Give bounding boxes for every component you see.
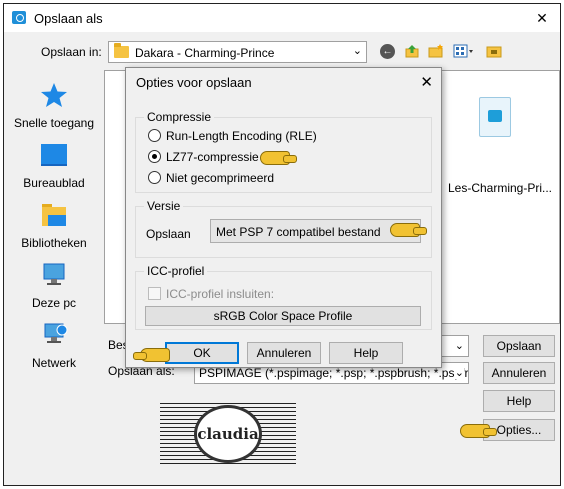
radio-label: Run-Length Encoding (RLE) bbox=[166, 129, 317, 143]
window-title: Opslaan als bbox=[34, 11, 103, 26]
ok-button[interactable]: OK bbox=[165, 342, 239, 364]
folder-options-icon[interactable] bbox=[486, 44, 502, 58]
checkbox-label: ICC-profiel insluiten: bbox=[166, 287, 275, 301]
pointing-hand-icon bbox=[260, 151, 297, 165]
pspimage-file-icon[interactable] bbox=[479, 97, 511, 137]
place-desktop[interactable]: Bureaublad bbox=[12, 142, 96, 198]
folder-icon bbox=[114, 43, 129, 58]
library-icon bbox=[42, 204, 66, 226]
place-label: Deze pc bbox=[31, 296, 77, 310]
new-folder-icon[interactable] bbox=[428, 44, 444, 58]
view-menu-icon[interactable] bbox=[453, 44, 475, 58]
pointing-hand-icon bbox=[390, 223, 427, 237]
place-label: Bibliotheken bbox=[21, 236, 87, 250]
version-value: Met PSP 7 compatibel bestand bbox=[216, 225, 381, 239]
save-in-label: Opslaan in: bbox=[41, 45, 102, 59]
group-label: Versie bbox=[144, 199, 184, 213]
cancel-button[interactable]: Annuleren bbox=[247, 342, 321, 364]
back-arrow-icon[interactable]: ← bbox=[380, 44, 395, 59]
place-libraries[interactable]: Bibliotheken bbox=[12, 202, 96, 258]
watermark-logo: claudia bbox=[160, 401, 296, 467]
checkbox bbox=[148, 287, 161, 300]
place-quick-access[interactable]: Snelle toegang bbox=[12, 82, 96, 138]
help-button[interactable]: Help bbox=[483, 390, 555, 412]
chevron-down-icon: ⌄ bbox=[454, 366, 464, 379]
group-label: ICC-profiel bbox=[144, 264, 208, 278]
group-label: Compressie bbox=[144, 110, 215, 124]
save-in-value: Dakara - Charming-Prince bbox=[135, 46, 275, 60]
version-save-label: Opslaan bbox=[146, 227, 191, 241]
camera-app-icon bbox=[12, 11, 26, 24]
radio-button[interactable] bbox=[148, 171, 161, 184]
chevron-down-icon: ⌄ bbox=[454, 340, 464, 352]
star-icon bbox=[41, 83, 67, 107]
radio-label: Niet gecomprimeerd bbox=[166, 171, 275, 185]
title-bar: Opslaan als ✕ bbox=[4, 4, 560, 32]
chevron-down-icon: ⌄ bbox=[352, 45, 362, 57]
pointing-hand-icon bbox=[133, 348, 170, 362]
close-icon[interactable]: ✕ bbox=[528, 6, 556, 30]
radio-button[interactable] bbox=[148, 150, 161, 163]
save-as-dialog: Opslaan als ✕ Opslaan in: Dakara - Charm… bbox=[3, 3, 561, 486]
place-this-pc[interactable]: Deze pc bbox=[12, 262, 96, 318]
dialog-title: Opties voor opslaan bbox=[136, 75, 252, 90]
version-group: Versie Opslaan Met PSP 7 compatibel best… bbox=[135, 199, 432, 258]
save-button[interactable]: Opslaan bbox=[483, 335, 555, 357]
place-network[interactable]: Netwerk bbox=[12, 322, 96, 378]
icc-profile-group: ICC-profiel ICC-profiel insluiten: sRGB … bbox=[135, 264, 432, 330]
filetype-value: PSPIMAGE (*.pspimage; *.psp; *.pspbrush;… bbox=[199, 366, 469, 380]
file-name[interactable]: Les-Charming-Pri... bbox=[445, 181, 555, 195]
network-icon bbox=[44, 323, 68, 343]
logo-text: claudia bbox=[197, 425, 259, 443]
radio-button[interactable] bbox=[148, 129, 161, 142]
compression-group: Compressie Run-Length Encoding (RLE) LZ7… bbox=[135, 110, 432, 193]
desktop-icon bbox=[41, 144, 67, 166]
cancel-button[interactable]: Annuleren bbox=[483, 362, 555, 384]
radio-label: LZ77-compressie bbox=[166, 150, 259, 164]
save-in-dropdown[interactable]: Dakara - Charming-Prince ⌄ bbox=[108, 41, 367, 63]
pointing-hand-icon bbox=[460, 424, 497, 438]
computer-icon bbox=[43, 263, 65, 285]
place-label: Netwerk bbox=[31, 356, 76, 370]
place-label: Bureaublad bbox=[23, 176, 85, 190]
save-options-dialog: Opties voor opslaan ✕ Compressie Run-Len… bbox=[125, 67, 442, 368]
place-label: Snelle toegang bbox=[13, 116, 95, 130]
close-icon[interactable]: ✕ bbox=[420, 73, 433, 91]
help-button[interactable]: Help bbox=[329, 342, 403, 364]
up-folder-icon[interactable] bbox=[405, 44, 419, 58]
icc-profile-button[interactable]: sRGB Color Space Profile bbox=[145, 306, 421, 326]
